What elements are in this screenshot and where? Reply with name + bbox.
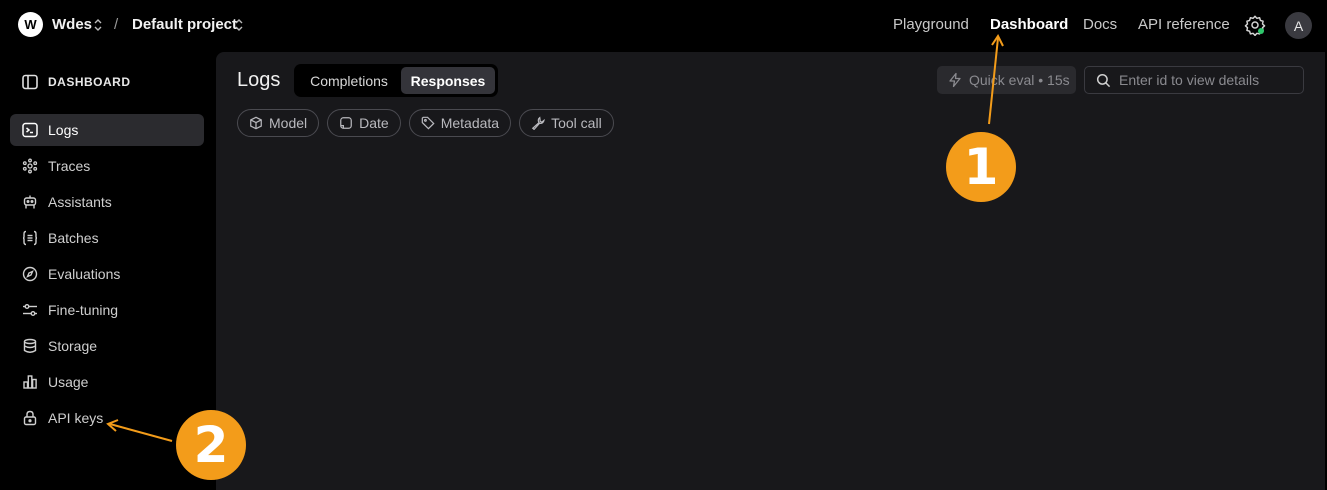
annotation-badge-1: 1 — [946, 132, 1016, 202]
annotation-badge-2: 2 — [176, 410, 246, 480]
